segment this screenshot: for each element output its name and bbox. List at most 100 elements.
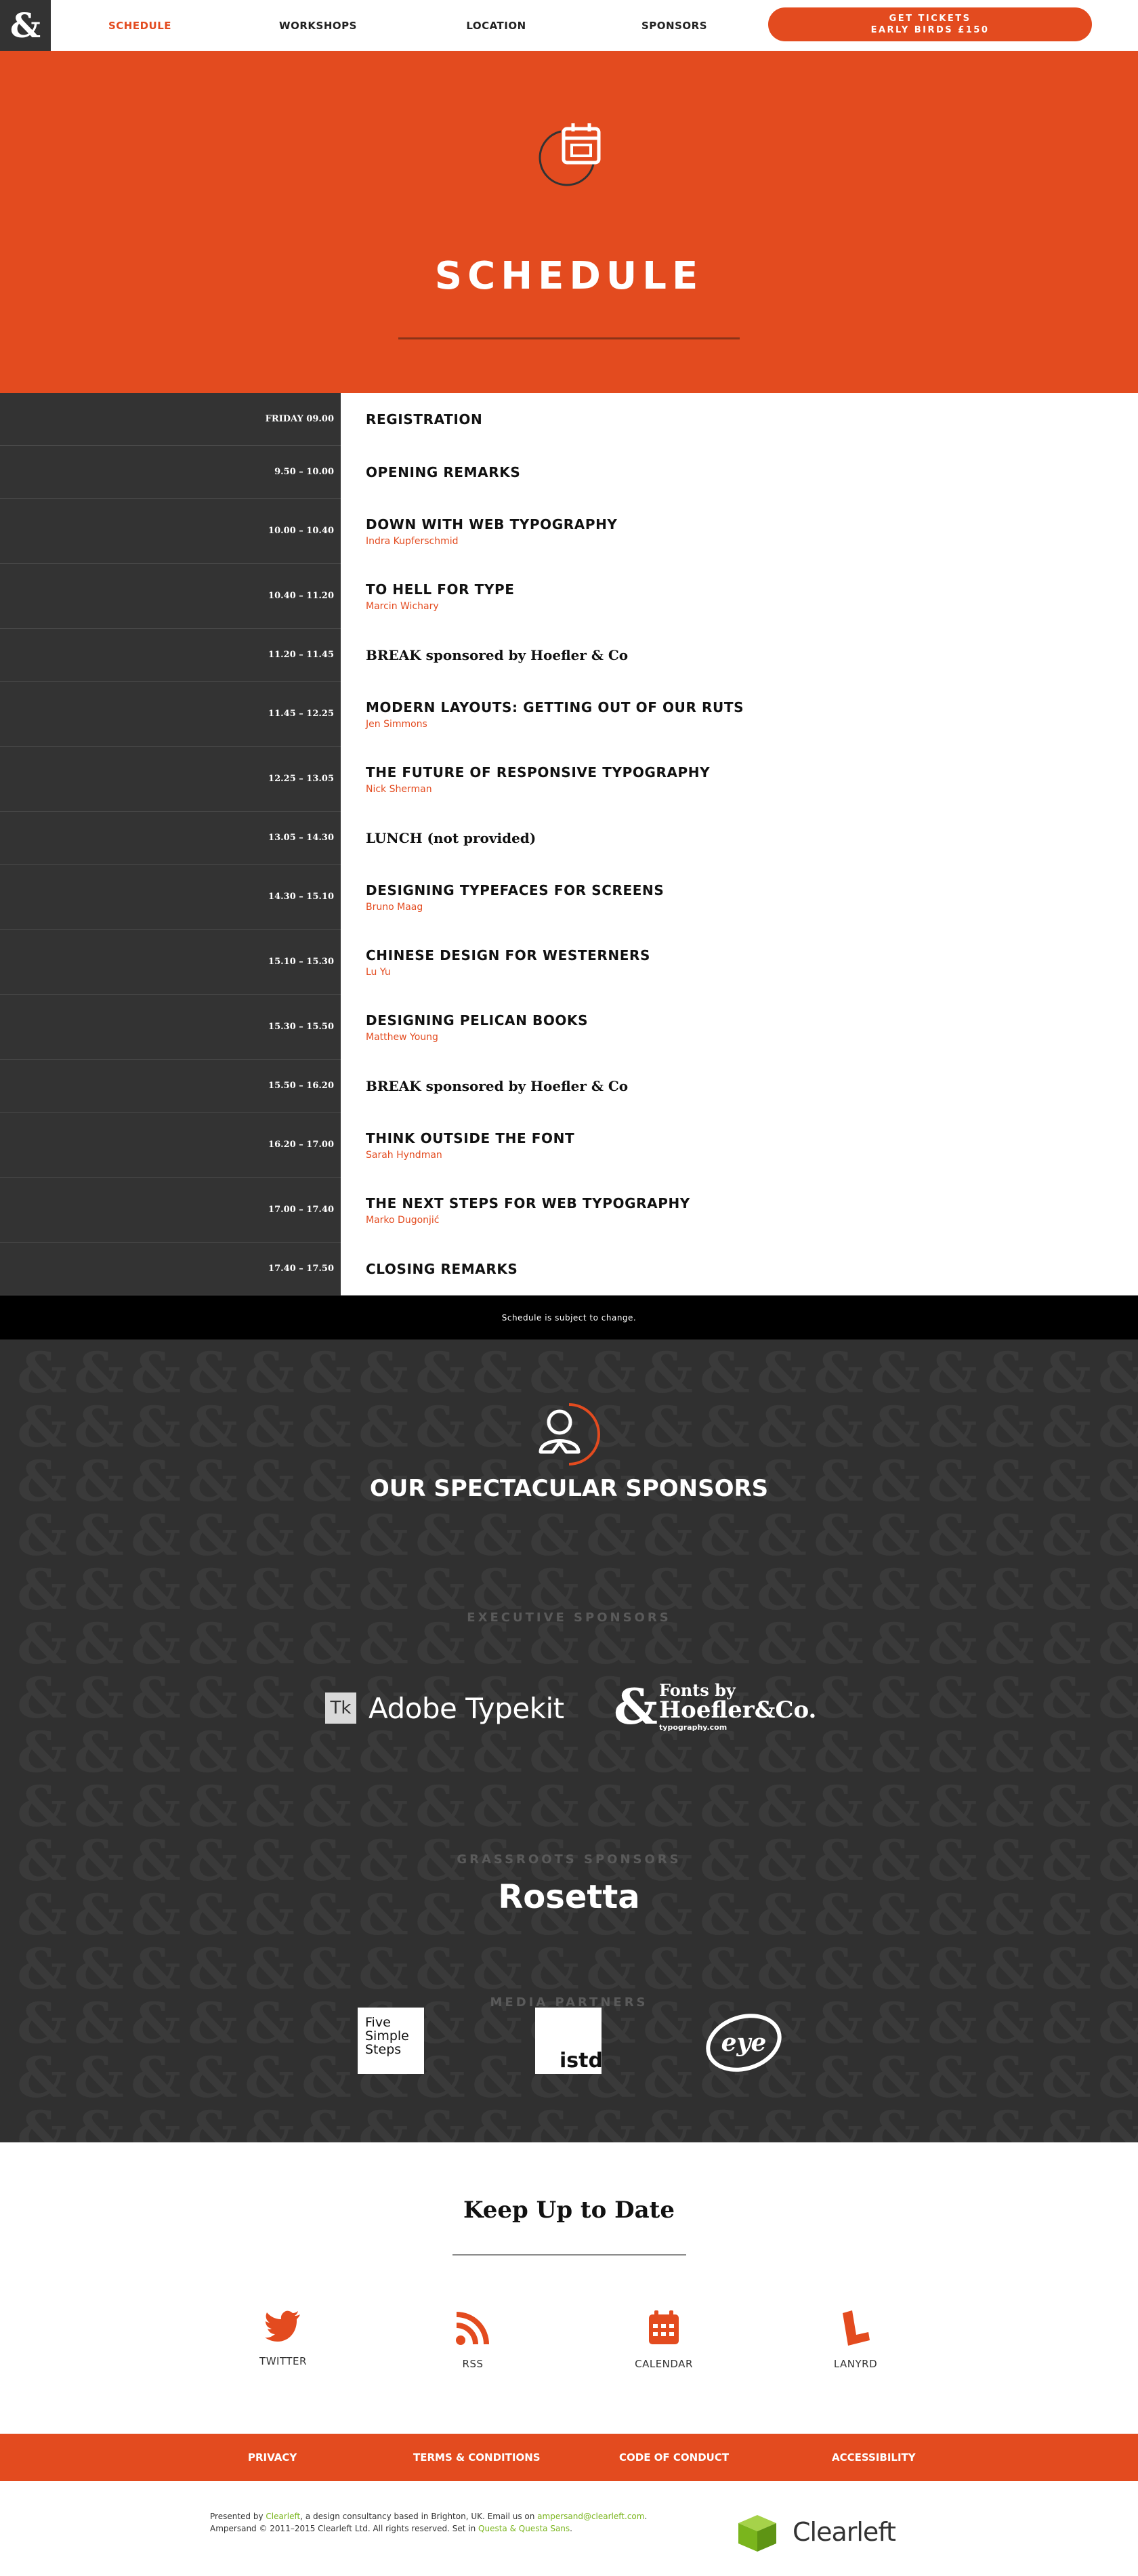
nav-item-workshops[interactable]: WORKSHOPS xyxy=(229,20,407,32)
rosetta-logo[interactable]: Rosetta xyxy=(0,1878,1138,1916)
calendar-icon xyxy=(539,123,601,186)
ticket-button-line2: EARLY BIRDS £150 xyxy=(870,25,990,35)
session-title: BREAK sponsored by Hoefler & Co xyxy=(366,647,629,663)
footer-link-terms[interactable]: TERMS & CONDITIONS xyxy=(413,2451,541,2464)
session-time: 11.20 – 11.45 xyxy=(0,629,341,682)
footer-credits: Presented by Clearleft, a design consult… xyxy=(210,2510,647,2535)
email-link[interactable]: ampersand@clearleft.com xyxy=(537,2512,644,2521)
nav-item-sponsors[interactable]: SPONSORS xyxy=(585,20,763,32)
fss-line3: Steps xyxy=(365,2042,402,2057)
session-title: THE FUTURE OF RESPONSIVE TYPOGRAPHY xyxy=(366,764,711,781)
ampersand-logo[interactable]: & xyxy=(0,0,51,51)
keep-up-divider xyxy=(452,2254,686,2256)
speaker-link[interactable]: Marko Dugonjić xyxy=(366,1215,1138,1226)
title-divider xyxy=(398,337,740,339)
speaker-link[interactable]: Sarah Hyndman xyxy=(366,1150,1138,1161)
schedule-row: 14.30 – 15.10 DESIGNING TYPEFACES FOR SC… xyxy=(0,865,1138,930)
schedule-row: 17.40 – 17.50 CLOSING REMARKS xyxy=(0,1243,1138,1295)
session-title: REGISTRATION xyxy=(366,411,483,428)
session-time: 11.45 – 12.25 xyxy=(0,682,341,747)
adobe-typekit-logo[interactable]: Tk Adobe Typekit xyxy=(325,1691,564,1725)
session-title: LUNCH (not provided) xyxy=(366,830,536,846)
get-tickets-button[interactable]: GET TICKETS EARLY BIRDS £150 xyxy=(768,7,1092,41)
rss-icon xyxy=(456,2312,489,2345)
footer-bottom: Presented by Clearleft, a design consult… xyxy=(0,2481,1138,2576)
sponsors-title: OUR SPECTACULAR SPONSORS xyxy=(369,1475,769,1502)
rss-label: RSS xyxy=(462,2358,484,2370)
session-time: FRIDAY 09.00 xyxy=(0,393,341,446)
page-title: SCHEDULE xyxy=(434,254,704,298)
schedule-row: 15.10 – 15.30 CHINESE DESIGN FOR WESTERN… xyxy=(0,930,1138,995)
speaker-link[interactable]: Matthew Young xyxy=(366,1032,1138,1043)
schedule-row: 11.45 – 12.25 MODERN LAYOUTS: GETTING OU… xyxy=(0,682,1138,747)
speaker-link[interactable]: Indra Kupferschmid xyxy=(366,536,1138,547)
footer: PRIVACY TERMS & CONDITIONS CODE OF CONDU… xyxy=(0,2434,1138,2576)
typekit-mark: Tk xyxy=(325,1692,356,1724)
speaker-link[interactable]: Marcin Wichary xyxy=(366,601,1138,612)
schedule-row: 10.00 – 10.40 DOWN WITH WEB TYPOGRAPHY I… xyxy=(0,499,1138,564)
lanyrd-label: LANYRD xyxy=(833,2358,878,2370)
footer-links-bar: PRIVACY TERMS & CONDITIONS CODE OF CONDU… xyxy=(0,2434,1138,2481)
session-content: TO HELL FOR TYPE Marcin Wichary xyxy=(341,564,1138,629)
keep-up-to-date-section: Keep Up to Date TWITTER RSS CALENDAR LAN… xyxy=(0,2142,1138,2434)
font-link[interactable]: Questa & Questa Sans xyxy=(478,2524,570,2533)
session-title: OPENING REMARKS xyxy=(366,464,521,480)
lanyrd-link[interactable]: LANYRD xyxy=(801,2310,910,2370)
schedule-row: 10.40 – 11.20 TO HELL FOR TYPE Marcin Wi… xyxy=(0,564,1138,629)
eye-magazine-logo[interactable]: eye xyxy=(704,2006,786,2074)
copyright-end: . xyxy=(570,2524,572,2533)
session-time: 17.00 – 17.40 xyxy=(0,1178,341,1243)
clearleft-logo[interactable]: Clearleft xyxy=(732,2511,896,2553)
session-title: BREAK sponsored by Hoefler & Co xyxy=(366,1078,629,1094)
eye-wordmark: eye xyxy=(721,2029,767,2057)
fss-line2: Simple xyxy=(365,2029,409,2043)
twitter-link[interactable]: TWITTER xyxy=(229,2310,337,2367)
footer-link-code-of-conduct[interactable]: CODE OF CONDUCT xyxy=(619,2451,729,2464)
schedule-notice: Schedule is subject to change. xyxy=(0,1295,1138,1339)
session-time: 15.30 – 15.50 xyxy=(0,995,341,1060)
hoefler-line3: typography.com xyxy=(659,1723,728,1732)
session-title: CHINESE DESIGN FOR WESTERNERS xyxy=(366,947,650,963)
session-content: DESIGNING PELICAN BOOKS Matthew Young xyxy=(341,995,1138,1060)
typekit-wordmark: Adobe Typekit xyxy=(368,1691,564,1725)
session-content: THE NEXT STEPS FOR WEB TYPOGRAPHY Marko … xyxy=(341,1178,1138,1243)
session-title: MODERN LAYOUTS: GETTING OUT OF OUR RUTS xyxy=(366,699,744,715)
executive-sponsors-label: EXECUTIVE SPONSORS xyxy=(467,1611,671,1625)
calendar-label: CALENDAR xyxy=(635,2358,693,2370)
schedule-row: 9.50 – 10.00 OPENING REMARKS xyxy=(0,446,1138,499)
fss-line1: Five xyxy=(365,2015,391,2030)
speaker-link[interactable]: Jen Simmons xyxy=(366,719,1138,730)
speaker-link[interactable]: Nick Sherman xyxy=(366,784,1138,795)
top-navigation: & SCHEDULE WORKSHOPS LOCATION SPONSORS G… xyxy=(0,0,1138,51)
session-time: 14.30 – 15.10 xyxy=(0,865,341,930)
session-content: MODERN LAYOUTS: GETTING OUT OF OUR RUTS … xyxy=(341,682,1138,747)
footer-link-accessibility[interactable]: ACCESSIBILITY xyxy=(832,2451,916,2464)
session-content: DESIGNING TYPEFACES FOR SCREENS Bruno Ma… xyxy=(341,865,1138,930)
schedule-row: 15.50 – 16.20 BREAK sponsored by Hoefler… xyxy=(0,1060,1138,1113)
istd-logo[interactable]: istd xyxy=(535,2008,603,2074)
speaker-link[interactable]: Bruno Maag xyxy=(366,902,1138,913)
session-title: THE NEXT STEPS FOR WEB TYPOGRAPHY xyxy=(366,1194,690,1211)
session-content: THINK OUTSIDE THE FONT Sarah Hyndman xyxy=(341,1113,1138,1178)
footer-link-privacy[interactable]: PRIVACY xyxy=(248,2451,297,2464)
nav-item-schedule[interactable]: SCHEDULE xyxy=(51,20,229,32)
hoefler-co-logo[interactable]: & Fonts by Hoefler&Co. typography.com xyxy=(614,1682,817,1732)
calendar-link[interactable]: CALENDAR xyxy=(610,2310,718,2370)
session-content: CLOSING REMARKS xyxy=(341,1243,1138,1295)
schedule-row: 13.05 – 14.30 LUNCH (not provided) xyxy=(0,812,1138,865)
clearleft-wordmark: Clearleft xyxy=(793,2517,896,2547)
session-time: 9.50 – 10.00 xyxy=(0,446,341,499)
schedule-row: FRIDAY 09.00 REGISTRATION xyxy=(0,393,1138,446)
session-content: THE FUTURE OF RESPONSIVE TYPOGRAPHY Nick… xyxy=(341,747,1138,812)
clearleft-link[interactable]: Clearleft xyxy=(266,2512,300,2521)
rss-link[interactable]: RSS xyxy=(419,2310,527,2370)
nav-item-location[interactable]: LOCATION xyxy=(407,20,585,32)
session-title: DESIGNING PELICAN BOOKS xyxy=(366,1012,589,1029)
session-content: REGISTRATION xyxy=(341,393,1138,446)
session-time: 15.50 – 16.20 xyxy=(0,1060,341,1113)
session-content: LUNCH (not provided) xyxy=(341,812,1138,865)
hoefler-line2: Hoefler&Co. xyxy=(659,1697,817,1724)
speaker-link[interactable]: Lu Yu xyxy=(366,967,1138,978)
session-title: DOWN WITH WEB TYPOGRAPHY xyxy=(366,516,618,533)
five-simple-steps-logo[interactable]: Five Simple Steps xyxy=(358,2008,424,2074)
